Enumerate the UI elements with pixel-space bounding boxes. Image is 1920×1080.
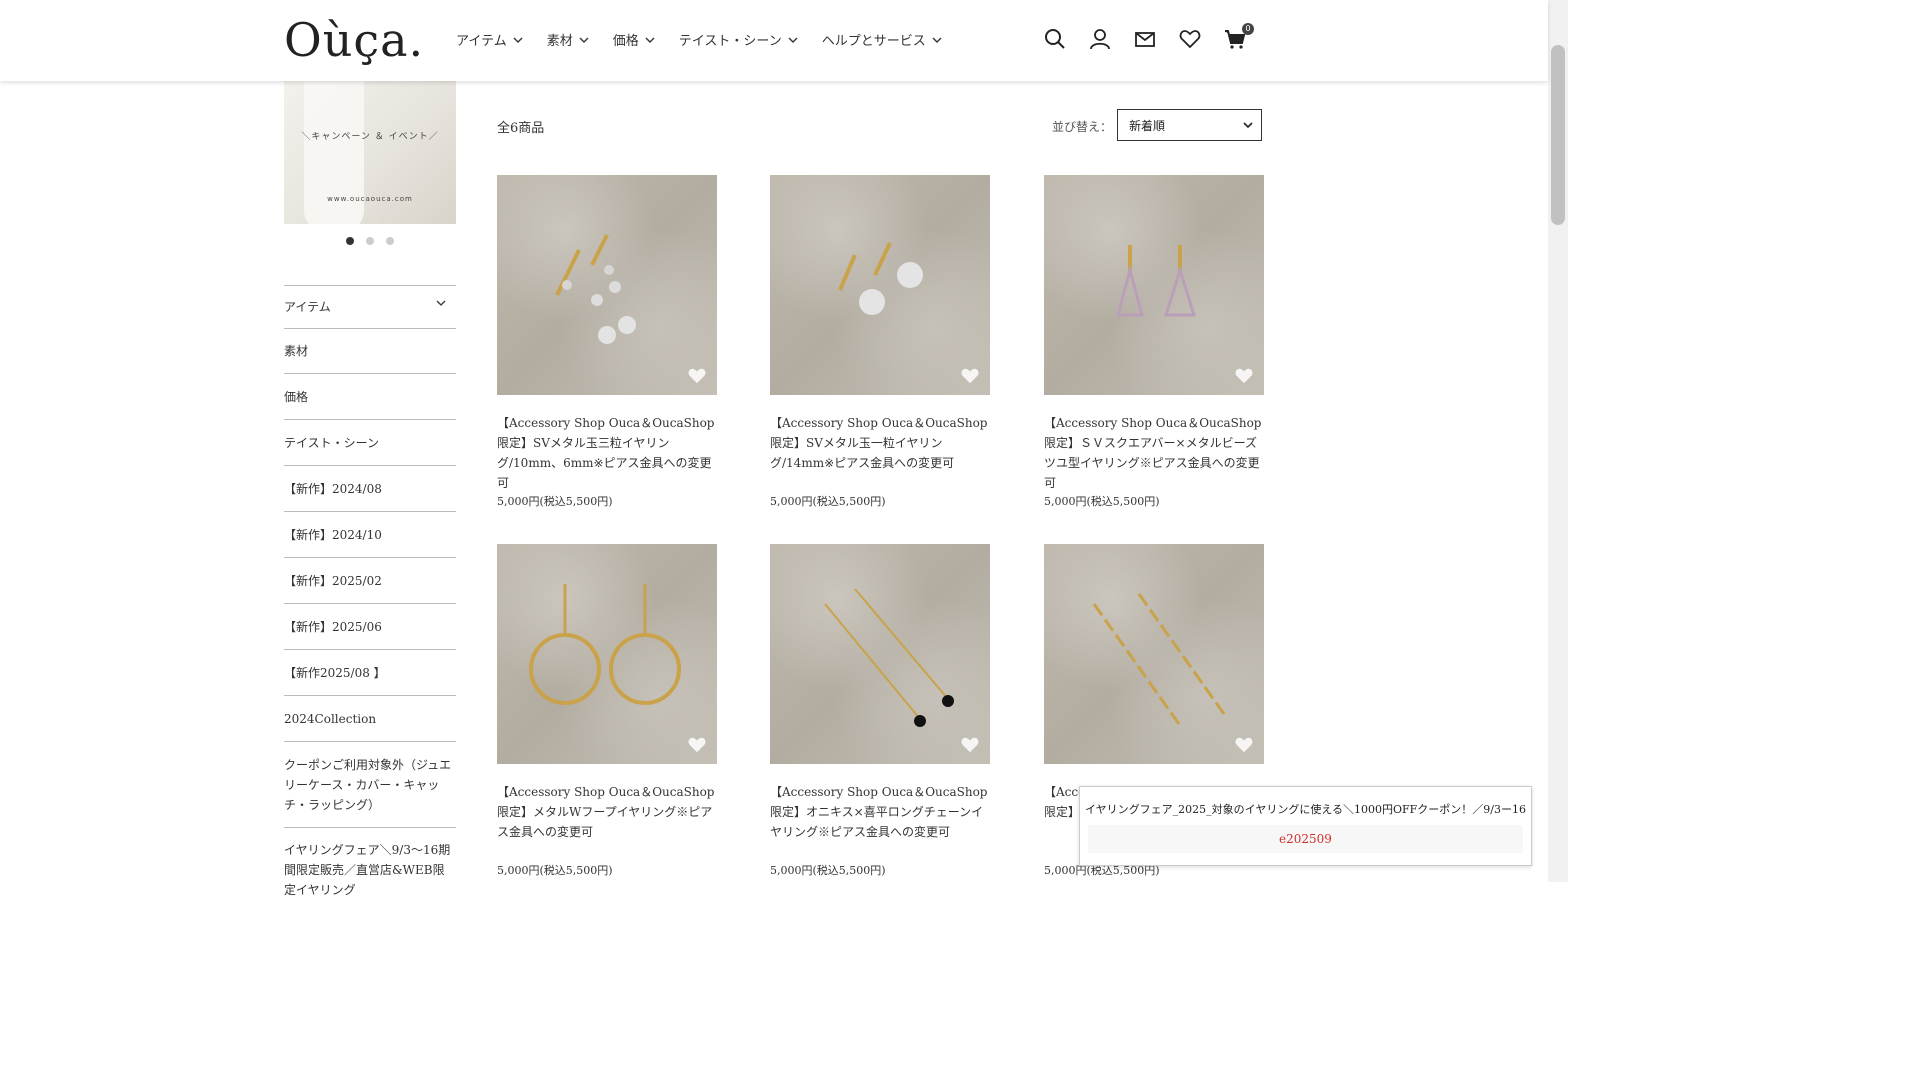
product-image[interactable] [497,544,717,764]
scrollbar[interactable] [1548,0,1568,882]
favorite-heart-icon[interactable] [687,367,707,385]
main-nav: アイテム 素材 価格 テイスト・シーン ヘルプとサービス [456,30,966,49]
nav-item-taste-scene[interactable]: テイスト・シーン [679,30,798,49]
coupon-popup[interactable]: イヤリングフェア_2025_対象のイヤリングに使える＼1000円OFFクーポン！… [1079,786,1532,866]
chevron-down-icon [932,37,942,43]
earring-image [1092,593,1226,725]
earring-image [838,242,923,315]
product-title[interactable]: 【Accessory Shop Ouca＆OucaShop限定】ＳＶスクエアバー… [1044,413,1264,493]
earring-image [529,584,681,705]
sidebar-item-material[interactable]: 素材 [284,328,456,373]
product-image[interactable] [497,175,717,395]
chevron-down-icon [1243,122,1253,128]
sort-label: 並び替え： [1052,120,1113,134]
product-price: 5,000円(税込5,500円) [770,495,886,508]
heart-icon[interactable] [1179,28,1203,52]
chevron-down-icon [645,37,655,43]
product-title[interactable]: 【Accessory Shop Ouca＆OucaShop限定】SVメタル玉三粒… [497,413,717,493]
nav-item-help[interactable]: ヘルプとサービス [822,30,942,49]
scrollbar-thumb[interactable] [1551,45,1565,225]
sidebar-item-items[interactable]: アイテム [284,285,456,328]
sidebar-item-earring-fair[interactable]: イヤリングフェア＼9/3〜16期間限定販売／直営店&WEB限定イヤリング [284,827,456,920]
account-icon[interactable] [1089,28,1113,52]
sidebar-item-new-2025-08[interactable]: 【新作2025/08 】 [284,649,456,695]
product-price: 5,000円(税込5,500円) [497,495,613,508]
banner-url: www.oucaouca.com [327,195,413,203]
product-card[interactable]: 【Accessory Shop Ouca＆OucaShop限定】SVメタル玉一粒… [770,175,990,508]
nav-item-items[interactable]: アイテム [456,30,523,49]
banner-dot-2[interactable] [366,237,374,245]
nav-item-material[interactable]: 素材 [547,30,589,49]
chevron-down-icon [513,37,523,43]
sidebar-item-price[interactable]: 価格 [284,373,456,419]
coupon-code[interactable]: e202509 [1088,825,1523,853]
sidebar-item-coupon-excluded[interactable]: クーポンご利用対象外（ジュエリーケース・カバー・キャッチ・ラッピング） [284,741,456,827]
product-card[interactable]: 【Accessory Shop Ouca＆OucaShop限定】ＳＶスクエアバー… [1044,175,1264,508]
cart-count-badge: 0 [1242,23,1254,35]
favorite-heart-icon[interactable] [960,736,980,754]
sidebar-item-new-2024-10[interactable]: 【新作】2024/10 [284,511,456,557]
site-header: Oùça. アイテム 素材 価格 テイスト・シーン ヘルプとサービス 0 [0,0,1548,81]
banner-pagination [346,237,394,245]
earring-image [1116,245,1197,317]
product-price: 5,000円(税込5,500円) [1044,495,1160,508]
product-title[interactable]: 【Accessory Shop Ouca＆OucaShop限定】オニキス×喜平ロ… [770,782,990,842]
favorite-heart-icon[interactable] [687,736,707,754]
earring-image [824,588,954,727]
product-image[interactable] [770,175,990,395]
search-icon[interactable] [1044,28,1068,52]
header-icons: 0 [1044,23,1269,52]
product-price: 5,000円(税込5,500円) [497,864,613,877]
product-card[interactable]: 【Accessory Shop Ouca＆OucaShop限定】パ…リング 5,… [1044,544,1264,877]
sidebar-item-new-2025-06[interactable]: 【新作】2025/06 [284,603,456,649]
sidebar-item-new-2025-02[interactable]: 【新作】2025/02 [284,557,456,603]
product-title[interactable]: 【Accessory Shop Ouca＆OucaShop限定】メタルWフープイ… [497,782,717,842]
favorite-heart-icon[interactable] [1234,367,1254,385]
sidebar-item-2024-collection[interactable]: 2024Collection [284,695,456,741]
cart-icon[interactable]: 0 [1224,23,1254,52]
sort-select[interactable]: 新着順 [1117,109,1262,141]
banner-text: ＼キャンペーン ＆ イベント／ [301,132,439,142]
product-image[interactable] [1044,544,1264,764]
coupon-text: イヤリングフェア_2025_対象のイヤリングに使える＼1000円OFFクーポン！… [1085,803,1526,816]
sidebar-item-taste-scene[interactable]: テイスト・シーン [284,419,456,465]
chevron-down-icon [788,37,798,43]
mail-icon[interactable] [1134,28,1158,52]
product-price: 5,000円(税込5,500円) [770,864,886,877]
product-card[interactable]: 【Accessory Shop Ouca＆OucaShop限定】オニキス×喜平ロ… [770,544,990,877]
chevron-down-icon [579,37,589,43]
banner-dot-3[interactable] [386,237,394,245]
nav-item-price[interactable]: 価格 [613,30,655,49]
product-count: 全6商品 [497,121,545,136]
sidebar-item-new-2024-08[interactable]: 【新作】2024/08 [284,465,456,511]
sort-value: 新着順 [1129,118,1166,133]
earring-image [555,234,636,344]
favorite-heart-icon[interactable] [960,367,980,385]
product-card[interactable]: 【Accessory Shop Ouca＆OucaShop限定】メタルWフープイ… [497,544,717,877]
favorite-heart-icon[interactable] [1234,736,1254,754]
product-title[interactable]: 【Accessory Shop Ouca＆OucaShop限定】SVメタル玉一粒… [770,413,990,473]
product-card[interactable]: 【Accessory Shop Ouca＆OucaShop限定】SVメタル玉三粒… [497,175,717,508]
site-logo[interactable]: Oùça. [284,12,424,68]
product-image[interactable] [1044,175,1264,395]
banner-dot-1[interactable] [346,237,354,245]
sidebar-menu: アイテム 素材 価格 テイスト・シーン 【新作】2024/08 【新作】2024… [284,285,456,920]
campaign-banner[interactable]: ＼キャンペーン ＆ イベント／ www.oucaouca.com [284,81,456,224]
chevron-down-icon [436,300,446,306]
product-image[interactable] [770,544,990,764]
